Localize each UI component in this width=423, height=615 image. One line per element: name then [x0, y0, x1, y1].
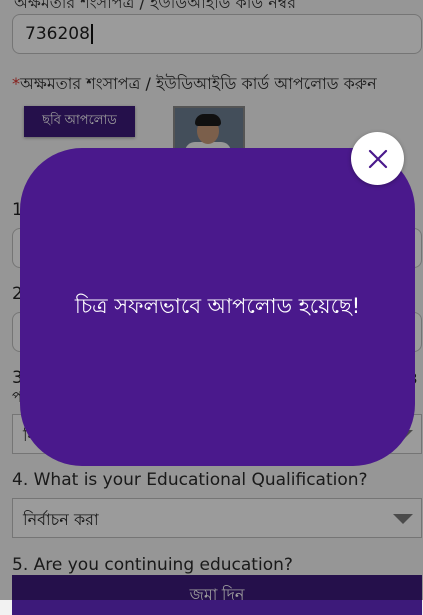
upload-success-modal: চিত্র সফলভাবে আপলোড হয়েছে!: [20, 148, 415, 466]
close-icon: [368, 149, 387, 168]
modal-close-button[interactable]: [351, 132, 404, 185]
upload-success-message: চিত্র সফলভাবে আপলোড হয়েছে!: [74, 293, 361, 318]
